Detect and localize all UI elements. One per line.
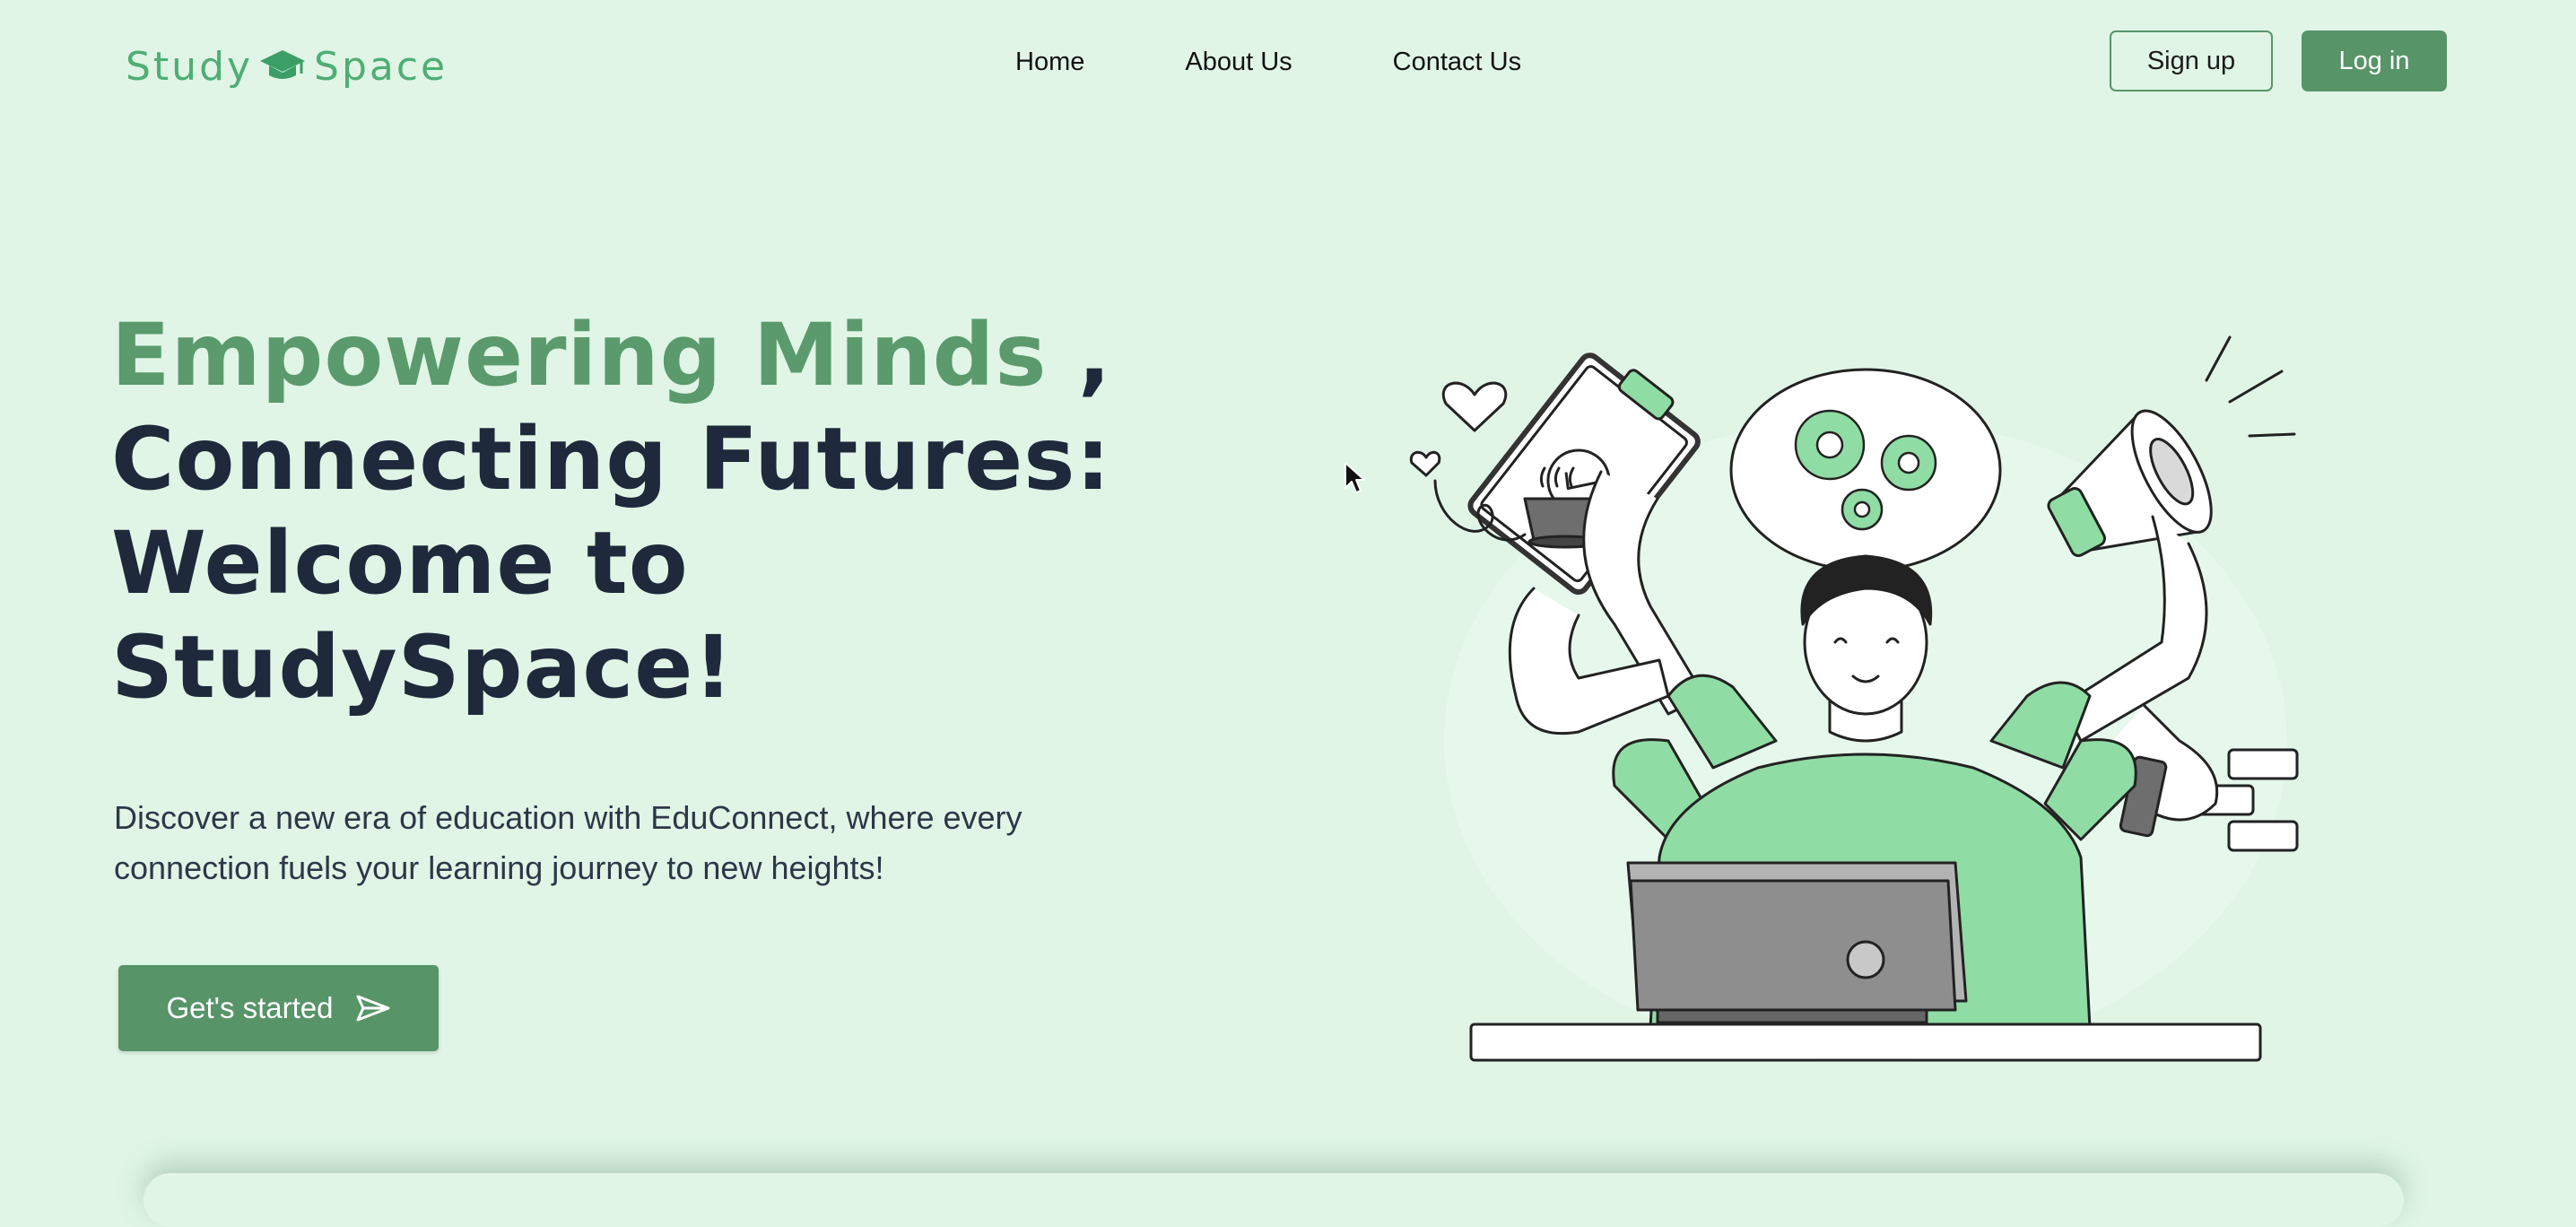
hero-title-accent: Empowering Minds bbox=[111, 305, 1048, 405]
log-in-button[interactable]: Log in bbox=[2302, 30, 2447, 91]
send-arrow-icon bbox=[355, 994, 391, 1022]
bottom-section-edge bbox=[144, 1173, 2404, 1227]
logo-text-space: Space bbox=[314, 43, 448, 90]
hero-title-line2: Connecting Futures: bbox=[111, 409, 1111, 509]
hero-title-line3: Welcome to bbox=[111, 513, 689, 614]
logo-text-study: Study bbox=[126, 43, 254, 90]
hero-subtitle: Discover a new era of education with Edu… bbox=[114, 799, 1023, 886]
mouse-cursor-icon bbox=[1344, 461, 1367, 500]
hero-title-comma: , bbox=[1047, 305, 1112, 405]
hero-title: Empowering Minds , Connecting Futures: W… bbox=[111, 303, 1277, 719]
main-nav: Home About Us Contact Us bbox=[1015, 41, 1521, 83]
nav-link-about-us[interactable]: About Us bbox=[1185, 48, 1292, 77]
get-started-label: Get's started bbox=[166, 991, 334, 1024]
hero-illustration bbox=[1399, 319, 2332, 1064]
hero-title-line4: StudySpace! bbox=[111, 617, 735, 718]
get-started-button[interactable]: Get's started bbox=[118, 965, 439, 1051]
nav-link-home[interactable]: Home bbox=[1015, 48, 1084, 77]
logo[interactable]: Study Space bbox=[126, 38, 448, 95]
graduation-cap-icon bbox=[258, 47, 307, 86]
nav-link-contact-us[interactable]: Contact Us bbox=[1393, 48, 1521, 77]
sign-up-button[interactable]: Sign up bbox=[2110, 30, 2273, 91]
